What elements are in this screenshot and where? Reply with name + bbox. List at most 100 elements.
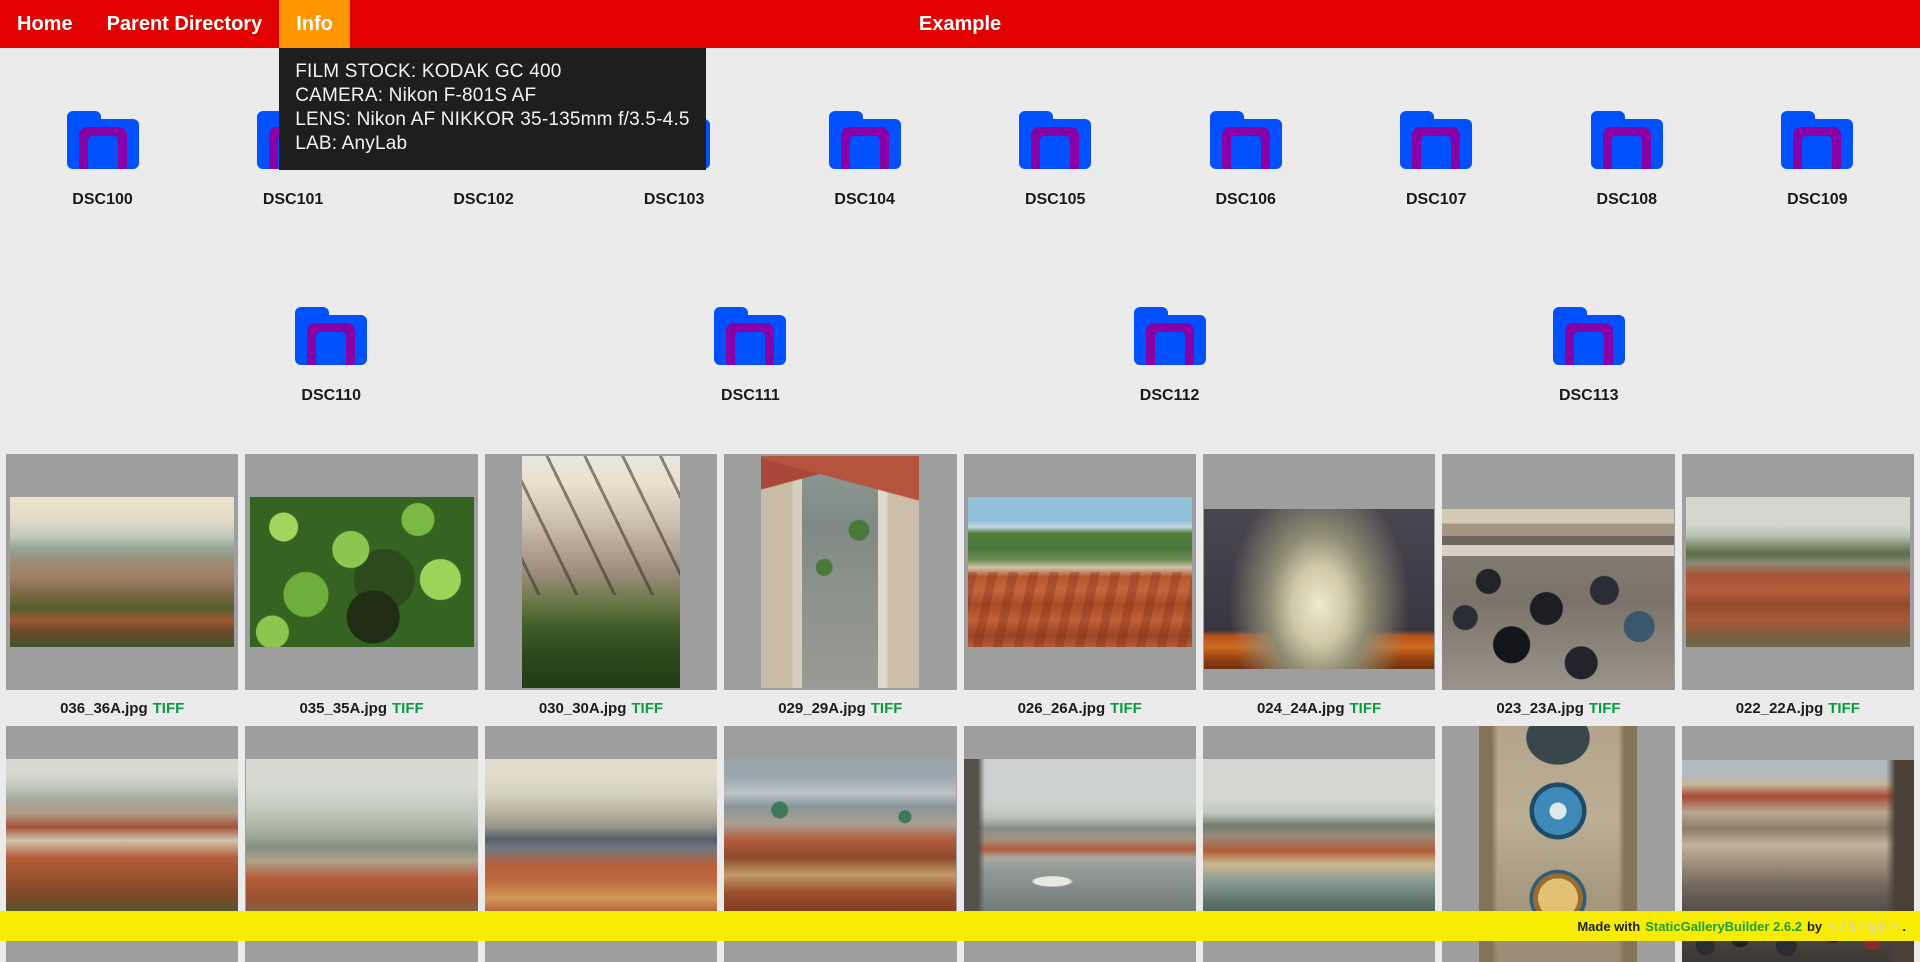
format-badge: TIFF	[1828, 700, 1860, 717]
photo-tyn-church-illuminated-at-night	[1204, 509, 1434, 669]
photo-hilltop-trees-over-hazy-city	[522, 456, 680, 688]
folder-label: DSC103	[586, 190, 762, 209]
nav-item-label: Home	[17, 13, 73, 36]
folder-icon	[825, 103, 905, 169]
folder-label: DSC102	[396, 190, 572, 209]
filename-label: 035_35A.jpg	[299, 700, 387, 717]
folder-icon	[1015, 103, 1095, 169]
photo-prague-castle-and-red-roofs	[6, 759, 238, 929]
photo-city-bridge-and-rooftops	[485, 759, 717, 929]
builder-version-link[interactable]: StaticGalleryBuilder 2.6.2	[1645, 919, 1802, 934]
folder-icon	[1130, 299, 1210, 365]
folder-item-dsc106[interactable]: DSC106	[1158, 103, 1334, 209]
format-badge: TIFF	[392, 700, 424, 717]
photo-crowd-in-old-town-square	[1442, 509, 1674, 690]
folder-icon	[710, 299, 790, 365]
photo-caption: 024_24A.jpg TIFF	[1203, 700, 1435, 718]
photo-caption: 026_26A.jpgTIFF	[964, 700, 1196, 718]
footer-made-with: Made with	[1577, 919, 1640, 934]
folder-label: DSC108	[1539, 190, 1715, 209]
tooltip-line: FILM STOCK: KODAK GC 400	[295, 60, 690, 84]
photo-caption: 023_23A.jpg TIFF	[1442, 700, 1674, 718]
filename-label: 029_29A.jpg	[778, 700, 866, 717]
photo-caption: 030_30A.jpgTIFF	[485, 700, 717, 718]
photo-gallery: 036_36A.jpg TIFF 035_35A.jpg TIFF 030_30A.…	[0, 450, 1920, 962]
nav-item-info[interactable]: InfoFILM STOCK: KODAK GC 400CAMERA: Niko…	[279, 0, 350, 48]
folder-label: DSC111	[662, 386, 838, 405]
format-badge: TIFF	[1589, 700, 1621, 717]
format-badge: TIFF	[1350, 700, 1382, 717]
nav-item-home[interactable]: Home	[0, 0, 90, 48]
format-badge: TIFF	[1110, 700, 1142, 717]
folder-icon	[1777, 103, 1857, 169]
folder-label: DSC112	[1082, 386, 1258, 405]
top-nav: Home Parent Directory InfoFILM STOCK: KO…	[0, 0, 1920, 48]
folder-icon	[1206, 103, 1286, 169]
folder-label: DSC110	[243, 386, 419, 405]
photo-thumbnail[interactable]	[964, 454, 1196, 690]
folder-label: DSC107	[1348, 190, 1524, 209]
srgn-brand-link[interactable]: </srgn>	[1828, 917, 1898, 935]
photo-thumbnail[interactable]	[245, 454, 477, 690]
folder-item-dsc109[interactable]: DSC109	[1729, 103, 1905, 209]
format-badge: TIFF	[153, 700, 185, 717]
filename-label: 023_23A.jpg	[1496, 700, 1584, 717]
photo-thumbnail[interactable]	[724, 454, 956, 690]
format-badge: TIFF	[631, 700, 663, 717]
folder-label: DSC100	[15, 190, 191, 209]
folder-icon	[291, 299, 371, 365]
folder-item-dsc110[interactable]: DSC110	[243, 299, 419, 405]
photo-castle-skyline-over-river	[1203, 759, 1435, 929]
photo-thumbnail[interactable]	[6, 454, 238, 690]
tooltip-line: LENS: Nikon AF NIKKOR 35-135mm f/3.5-4.5	[295, 108, 690, 132]
filename-label: 026_26A.jpg	[1018, 700, 1106, 717]
nav-item-label: Info	[296, 13, 333, 36]
photo-caption: 029_29A.jpg TIFF	[724, 700, 956, 718]
photo-thumbnail[interactable]	[1203, 454, 1435, 690]
folder-icon	[63, 103, 143, 169]
folder-item-dsc100[interactable]: DSC100	[15, 103, 191, 209]
folder-label: DSC106	[1158, 190, 1334, 209]
folder-item-dsc113[interactable]: DSC113	[1501, 299, 1677, 405]
folder-item-dsc104[interactable]: DSC104	[777, 103, 953, 209]
photo-misty-city-river-panorama	[246, 759, 478, 929]
folder-item-dsc108[interactable]: DSC108	[1539, 103, 1715, 209]
footer-bar: Made with StaticGalleryBuilder 2.6.2 by …	[0, 911, 1920, 941]
photo-prague-rooftops-and-castle-panorama	[1686, 497, 1910, 647]
photo-caption: 022_22A.jpgTIFF	[1682, 700, 1914, 718]
nav-item-label: Parent Directory	[107, 13, 263, 36]
folder-item-dsc107[interactable]: DSC107	[1348, 103, 1524, 209]
info-tooltip: FILM STOCK: KODAK GC 400CAMERA: Nikon F-…	[279, 48, 706, 170]
folder-item-dsc112[interactable]: DSC112	[1082, 299, 1258, 405]
filename-label: 036_36A.jpg	[60, 700, 148, 717]
photo-city-skyline-panorama-with-cathedral	[10, 497, 234, 647]
folder-icon	[1549, 299, 1629, 365]
filename-label: 030_30A.jpg	[539, 700, 627, 717]
folder-item-dsc105[interactable]: DSC105	[967, 103, 1143, 209]
filename-label: 024_24A.jpg	[1257, 700, 1345, 717]
page-title: Example	[919, 0, 1001, 48]
folder-icon	[1587, 103, 1667, 169]
footer-by: by	[1807, 919, 1822, 934]
folder-label: DSC104	[777, 190, 953, 209]
tooltip-line: CAMERA: Nikon F-801S AF	[295, 84, 690, 108]
tooltip-line: LAB: AnyLab	[295, 132, 690, 156]
folder-label: DSC101	[205, 190, 381, 209]
photo-caption: 036_36A.jpg TIFF	[6, 700, 238, 718]
photo-red-rooftops-below-green-hill	[968, 497, 1192, 647]
photo-thumbnail[interactable]	[485, 454, 717, 690]
photo-riverfront-buildings-cloudy-sky	[724, 759, 956, 929]
footer-period: .	[1902, 919, 1906, 934]
nav-item-parent-directory[interactable]: Parent Directory	[90, 0, 280, 48]
folder-label: DSC113	[1501, 386, 1677, 405]
photo-thumbnail[interactable]	[1682, 454, 1914, 690]
photo-thumbnail[interactable]	[1442, 454, 1674, 690]
filename-label: 022_22A.jpg	[1736, 700, 1824, 717]
photo-aerial-street-between-red-roofs	[761, 456, 919, 688]
folder-item-dsc111[interactable]: DSC111	[662, 299, 838, 405]
format-badge: TIFF	[871, 700, 903, 717]
folder-label: DSC109	[1729, 190, 1905, 209]
photo-caption: 035_35A.jpg TIFF	[245, 700, 477, 718]
folder-label: DSC105	[967, 190, 1143, 209]
folder-icon	[1396, 103, 1476, 169]
